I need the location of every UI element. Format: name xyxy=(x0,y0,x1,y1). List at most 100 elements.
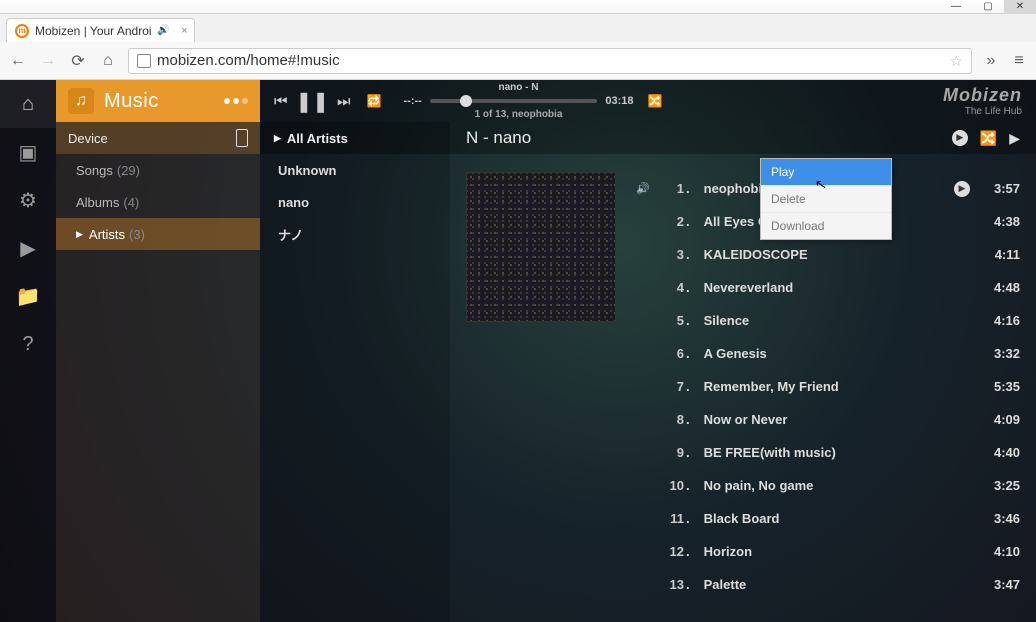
track-row[interactable]: 🔊5.Silence▶4:16 xyxy=(636,304,1020,337)
artist-item[interactable]: ナノ xyxy=(260,218,450,250)
track-duration: 4:16 xyxy=(970,313,1020,328)
track-duration: 4:38 xyxy=(970,214,1020,229)
track-duration: 4:10 xyxy=(970,544,1020,559)
track-number: 1 xyxy=(654,181,684,196)
track-duration: 3:47 xyxy=(970,577,1020,592)
track-name: Nevereverland xyxy=(704,280,946,295)
rail-settings[interactable]: ⚙ xyxy=(0,176,56,224)
track-number: 13 xyxy=(654,577,684,592)
library-header-label: Device xyxy=(68,131,108,146)
track-number: 12 xyxy=(654,544,684,559)
track-name: BE FREE(with music) xyxy=(704,445,946,460)
track-row[interactable]: 🔊7.Remember, My Friend▶5:35 xyxy=(636,370,1020,403)
artists-header[interactable]: All Artists xyxy=(260,122,450,154)
track-name: Now or Never xyxy=(704,412,946,427)
track-duration: 4:09 xyxy=(970,412,1020,427)
library-header[interactable]: Device xyxy=(56,122,260,154)
tab-close-icon[interactable]: × xyxy=(181,25,187,37)
album-art xyxy=(466,172,616,322)
tab-audio-icon[interactable]: 🔊 xyxy=(158,25,170,37)
back-button[interactable]: ← xyxy=(8,52,28,70)
now-playing-icon: 🔊 xyxy=(636,182,654,195)
bookmark-star-icon[interactable]: ☆ xyxy=(950,52,963,70)
library-item-count: (3) xyxy=(129,227,145,242)
library-item-label: Albums xyxy=(76,195,119,210)
artist-item[interactable]: Unknown xyxy=(260,154,450,186)
track-play-button[interactable]: ▶ xyxy=(954,181,970,197)
progress-knob[interactable] xyxy=(460,95,472,107)
window-minimize-button[interactable]: — xyxy=(940,0,972,14)
rail-home[interactable]: ⌂ xyxy=(0,80,56,128)
library-item-songs[interactable]: Songs (29) xyxy=(56,154,260,186)
tab-favicon: m xyxy=(15,24,29,38)
address-bar[interactable]: mobizen.com/home#!music ☆ xyxy=(128,48,972,74)
track-row[interactable]: 🔊9.BE FREE(with music)▶4:40 xyxy=(636,436,1020,469)
extensions-icon[interactable]: » xyxy=(982,52,1000,70)
library-sidebar: Device Songs (29)Albums (4)Artists (3) xyxy=(56,122,260,622)
window-close-button[interactable]: ✕ xyxy=(1004,0,1036,14)
artists-header-label: All Artists xyxy=(287,131,348,146)
section-title: Music xyxy=(104,90,159,113)
prev-button[interactable]: ⏮ xyxy=(274,93,288,110)
browser-tab[interactable]: m Mobizen | Your Androi 🔊 × xyxy=(6,18,195,42)
track-row[interactable]: 🔊12.Horizon▶4:10 xyxy=(636,535,1020,568)
track-row[interactable]: 🔊11.Black Board▶3:46 xyxy=(636,502,1020,535)
context-menu: PlayDeleteDownload xyxy=(760,158,892,240)
shuffle-button[interactable]: 🔀 xyxy=(980,130,997,147)
track-number: 3 xyxy=(654,247,684,262)
home-button[interactable]: ⌂ xyxy=(98,52,118,70)
library-item-artists[interactable]: Artists (3) xyxy=(56,218,260,250)
reload-button[interactable]: ⟳ xyxy=(68,51,88,71)
track-name: A Genesis xyxy=(704,346,946,361)
artist-item[interactable]: nano xyxy=(260,186,450,218)
shuffle-icon[interactable]: 🔀 xyxy=(648,94,663,108)
track-name: KALEIDOSCOPE xyxy=(704,247,946,262)
url-text: mobizen.com/home#!music xyxy=(157,52,340,69)
progress-bar[interactable] xyxy=(430,99,598,103)
track-duration: 3:57 xyxy=(970,181,1020,196)
player-controls: ⏮ ❚❚ ⏭ xyxy=(274,89,351,114)
track-number: 9 xyxy=(654,445,684,460)
next-button[interactable]: ⏭ xyxy=(337,93,351,110)
rail-files[interactable]: 📁 xyxy=(0,272,56,320)
window-titlebar: — ▢ ✕ xyxy=(0,0,1036,14)
track-row[interactable]: 🔊8.Now or Never▶4:09 xyxy=(636,403,1020,436)
play-all-button[interactable]: ▶ xyxy=(952,130,968,146)
rail-gallery[interactable]: ▣ xyxy=(0,128,56,176)
logo-tagline: The Life Hub xyxy=(943,106,1022,117)
library-item-albums[interactable]: Albums (4) xyxy=(56,186,260,218)
track-duration: 3:46 xyxy=(970,511,1020,526)
rail-help[interactable]: ? xyxy=(0,320,56,368)
track-duration: 4:11 xyxy=(970,247,1020,262)
repeat-icon[interactable]: 🔁 xyxy=(367,94,382,108)
window-maximize-button[interactable]: ▢ xyxy=(972,0,1004,14)
forward-button[interactable]: → xyxy=(38,52,58,70)
track-row[interactable]: 🔊3.KALEIDOSCOPE▶4:11 xyxy=(636,238,1020,271)
track-row[interactable]: 🔊6.A Genesis▶3:32 xyxy=(636,337,1020,370)
context-menu-item-download[interactable]: Download xyxy=(761,213,891,239)
track-name: Remember, My Friend xyxy=(704,379,946,394)
track-row[interactable]: 🔊10.No pain, No game▶3:25 xyxy=(636,469,1020,502)
track-number: 10 xyxy=(654,478,684,493)
track-row[interactable]: 🔊13.Palette▶3:47 xyxy=(636,568,1020,601)
app-root: ⌂▣⚙▶📁? ♫ Music ⏮ ❚❚ ⏭ 🔁 nano - N --:-- xyxy=(0,80,1036,622)
total-time: 03:18 xyxy=(605,95,633,107)
rail-play[interactable]: ▶ xyxy=(0,224,56,272)
nav-rail: ⌂▣⚙▶📁? xyxy=(0,80,56,622)
menu-icon[interactable]: ≡ xyxy=(1010,52,1028,70)
track-duration: 3:32 xyxy=(970,346,1020,361)
player-bar: ⏮ ❚❚ ⏭ 🔁 nano - N --:-- 03:18 1 of 13, n… xyxy=(260,80,1036,122)
artists-sidebar: All Artists Unknownnanoナノ xyxy=(260,122,450,622)
pause-button[interactable]: ❚❚ xyxy=(296,89,330,114)
track-name: Horizon xyxy=(704,544,946,559)
track-number: 4 xyxy=(654,280,684,295)
site-identity-icon xyxy=(137,54,151,68)
section-header: ♫ Music xyxy=(56,80,260,122)
track-number: 5 xyxy=(654,313,684,328)
library-item-label: Songs xyxy=(76,163,113,178)
track-duration: 4:48 xyxy=(970,280,1020,295)
elapsed-time: --:-- xyxy=(404,95,422,107)
play-button[interactable]: ▶ xyxy=(1009,130,1020,147)
now-playing-title: nano - N xyxy=(499,82,539,93)
track-row[interactable]: 🔊4.Nevereverland▶4:48 xyxy=(636,271,1020,304)
